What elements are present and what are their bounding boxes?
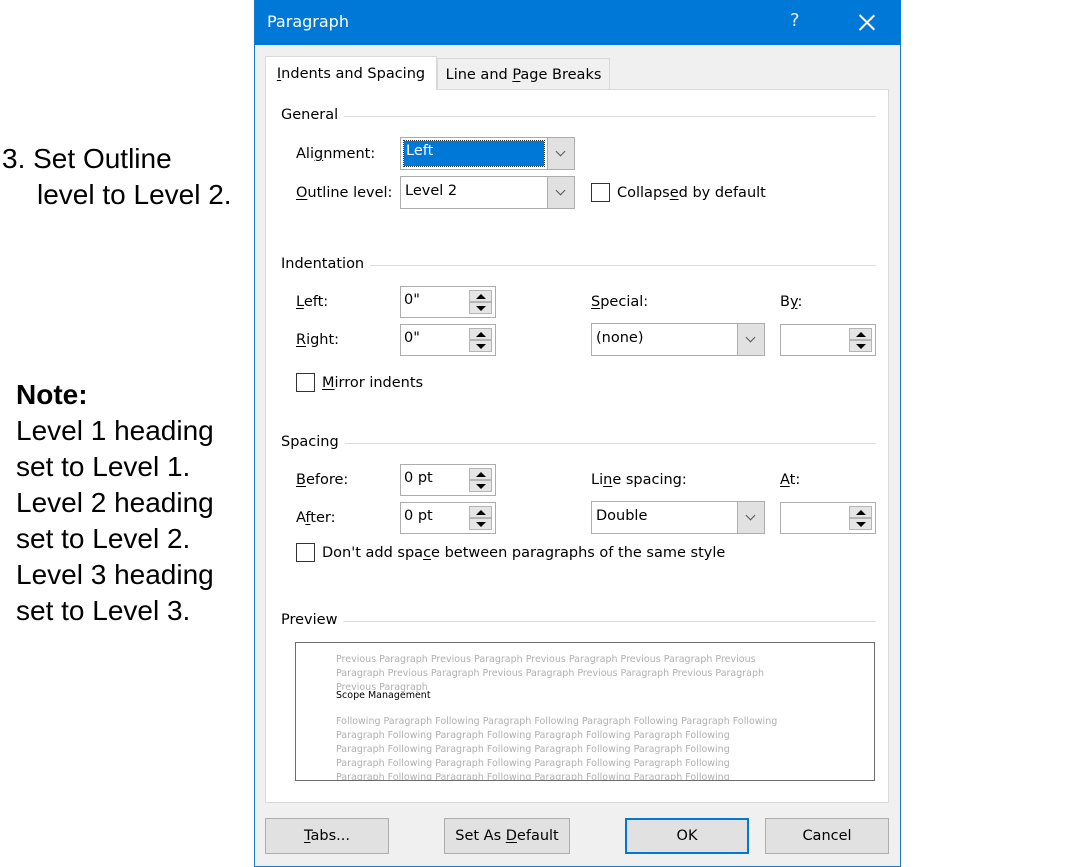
ok-button[interactable]: OK [625,818,749,854]
spin-down-icon[interactable] [469,518,492,530]
note-line: Level 3 heading [16,559,214,590]
at-spinner[interactable] [780,502,876,534]
section-divider [281,116,876,117]
spin-up-icon[interactable] [469,290,492,302]
before-value[interactable]: 0 pt [404,470,433,486]
after-spinner[interactable]: 0 pt [400,502,496,534]
cancel-button[interactable]: Cancel [765,818,889,854]
right-indent-value[interactable]: 0" [404,330,420,346]
after-label: After: [296,510,336,526]
indentation-section-label: Indentation [281,256,371,272]
collapsed-by-default-label[interactable]: Collapsed by default [617,185,766,201]
tab-label: age Breaks [520,67,602,83]
dont-add-space-label[interactable]: Don't add space between paragraphs of th… [322,545,725,561]
step-annotation-line1: 3. Set Outline [2,143,172,174]
preview-box: Previous Paragraph Previous Paragraph Pr… [295,642,875,781]
by-spinner[interactable] [780,324,876,356]
dialog-title: Paragraph [267,12,349,31]
tab-indents-and-spacing[interactable]: Indents and Spacing [265,56,437,90]
special-label: Special: [591,294,649,310]
right-indent-spinner[interactable]: 0" [400,324,496,356]
spin-down-icon[interactable] [469,302,492,314]
before-spinner[interactable]: 0 pt [400,464,496,496]
tab-line-and-page-breaks[interactable]: Line and Page Breaks [437,58,610,89]
tab-panel: General Alignment: Left Outline level: L… [265,89,889,803]
before-label: Before: [296,472,349,488]
alignment-value: Left [403,140,545,167]
left-indent-value[interactable]: 0" [404,292,420,308]
set-as-default-button[interactable]: Set As Default [444,818,570,854]
spin-up-icon[interactable] [849,506,872,518]
note-line: set to Level 3. [16,595,191,626]
chevron-down-icon[interactable] [547,138,574,169]
special-value: (none) [596,330,644,346]
spin-up-icon[interactable] [849,328,872,340]
chevron-down-icon[interactable] [737,502,764,533]
help-button[interactable]: ? [790,10,800,31]
right-indent-label: Right: [296,332,340,348]
mirror-indents-checkbox[interactable] [296,373,315,392]
spin-down-icon[interactable] [849,340,872,352]
at-label: At: [780,472,801,488]
special-select[interactable]: (none) [591,323,765,356]
spin-up-icon[interactable] [469,468,492,480]
after-value[interactable]: 0 pt [404,508,433,524]
left-indent-label: Left: [296,294,329,310]
tab-label: ndents and Spacing [281,66,426,82]
note-annotation: Note: Level 1 heading set to Level 1. Le… [16,377,214,629]
title-bar: Paragraph ? [255,0,901,45]
line-spacing-select[interactable]: Double [591,501,765,534]
preview-following-paragraph: Following Paragraph Following Paragraph … [336,716,778,781]
section-divider [281,265,876,266]
note-line: Level 1 heading [16,415,214,446]
spin-down-icon[interactable] [469,340,492,352]
step-annotation: 3. Set Outline level to Level 2. [2,141,232,213]
left-indent-spinner[interactable]: 0" [400,286,496,318]
alignment-select[interactable]: Left [400,137,575,170]
spin-down-icon[interactable] [469,480,492,492]
by-label: By: [780,294,803,310]
preview-section-label: Preview [281,612,344,628]
tabs-button[interactable]: Tabs... [265,818,389,854]
spin-up-icon[interactable] [469,506,492,518]
chevron-down-icon[interactable] [737,324,764,355]
mirror-indents-label[interactable]: Mirror indents [322,375,423,391]
note-line: set to Level 2. [16,523,191,554]
note-title: Note: [16,379,88,410]
spin-up-icon[interactable] [469,328,492,340]
outline-level-select[interactable]: Level 2 [400,176,575,209]
preview-current-paragraph: Scope Management [336,690,431,701]
outline-level-label: Outline level: [296,185,393,201]
chevron-down-icon[interactable] [547,177,574,208]
note-line: set to Level 1. [16,451,191,482]
spacing-section-label: Spacing [281,434,345,450]
outline-level-value: Level 2 [405,183,458,199]
tab-label: Line and [445,67,513,83]
dont-add-space-checkbox[interactable] [296,543,315,562]
general-section-label: General [281,107,345,123]
spin-down-icon[interactable] [849,518,872,530]
close-icon[interactable] [855,8,879,36]
line-spacing-label: Line spacing: [591,472,687,488]
step-annotation-line2: level to Level 2. [37,179,232,210]
line-spacing-value: Double [596,508,648,524]
paragraph-dialog: Paragraph ? Indents and Spacing Line and… [254,0,901,867]
alignment-label: Alignment: [296,146,376,162]
section-divider [281,443,876,444]
section-divider [281,621,876,622]
note-line: Level 2 heading [16,487,214,518]
collapsed-by-default-checkbox[interactable] [591,183,610,202]
